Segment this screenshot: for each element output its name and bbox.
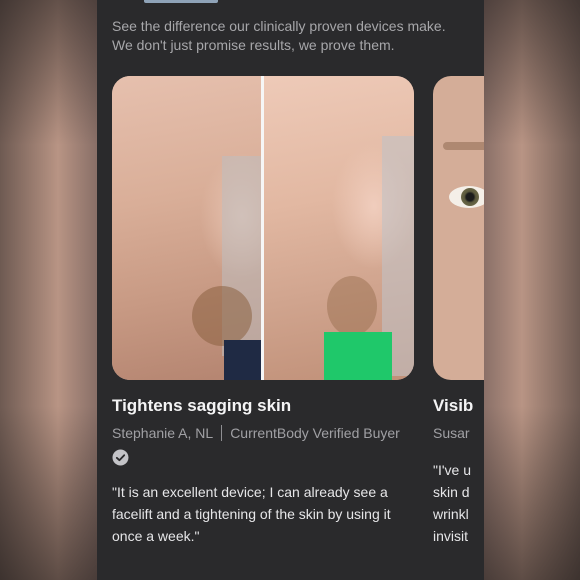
after-photo-shirt xyxy=(324,332,392,380)
intro-line-2: We don't just promise results, we prove … xyxy=(112,37,395,53)
review-quote: "I've u skin d wrinkl invisit xyxy=(433,459,471,547)
reviewer-name: Stephanie A, NL xyxy=(112,425,214,441)
byline-separator xyxy=(221,425,223,441)
verified-buyer-label: CurrentBody Verified Buyer xyxy=(230,425,400,441)
review-quote: "It is an excellent device; I can alread… xyxy=(112,481,391,547)
before-photo-shirt xyxy=(224,340,261,380)
next-card-text: Visib Susar "I've u skin d wrinkl invisi… xyxy=(433,380,484,580)
before-after-image[interactable] xyxy=(112,76,414,380)
active-tab-indicator xyxy=(144,0,218,3)
section-intro: See the difference our clinically proven… xyxy=(112,17,472,55)
comparison-divider xyxy=(261,76,264,380)
quote-line: facelift and a tightening of the skin by… xyxy=(112,506,391,522)
quote-line: invisit xyxy=(433,528,469,544)
card-title: Tightens sagging skin xyxy=(112,396,292,415)
card-title: Visib xyxy=(433,396,474,415)
intro-line-1: See the difference our clinically proven… xyxy=(112,18,446,34)
quote-line: "It is an excellent device; I can alread… xyxy=(112,484,388,500)
next-card-image[interactable] xyxy=(433,76,484,380)
reviews-panel: See the difference our clinically proven… xyxy=(97,0,484,580)
reviewer-byline: Stephanie A, NL CurrentBody Verified Buye… xyxy=(112,425,400,441)
verified-check-icon xyxy=(112,449,129,466)
quote-line: once a week." xyxy=(112,528,200,544)
before-photo-hair xyxy=(192,286,252,346)
reviewer-name: Susar xyxy=(433,425,470,441)
photo-eye xyxy=(449,186,484,208)
after-photo-hair xyxy=(327,276,377,336)
quote-line: skin d xyxy=(433,484,470,500)
photo-eyebrow xyxy=(443,142,484,150)
quote-line: "I've u xyxy=(433,462,471,478)
quote-line: wrinkl xyxy=(433,506,469,522)
